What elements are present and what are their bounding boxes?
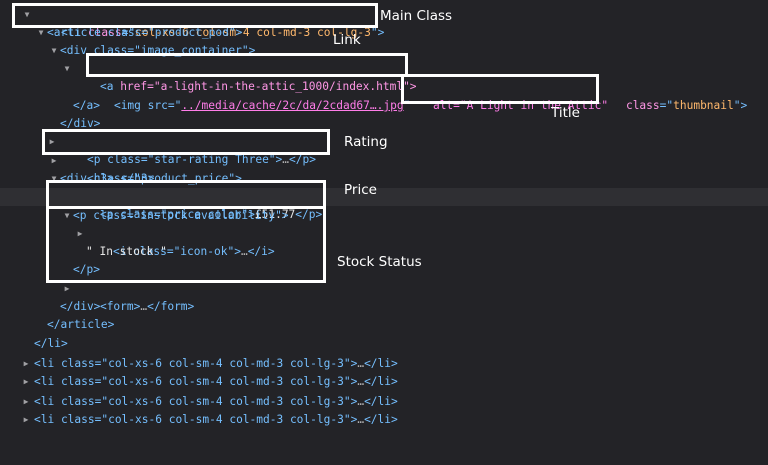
- dom-node-div-close[interactable]: </div>: [0, 298, 768, 316]
- li-close-tag: </li>: [364, 413, 398, 426]
- collapse-triangle-icon[interactable]: ▶: [21, 355, 31, 373]
- main-class-highlight-box: [12, 3, 378, 28]
- li-close-tag: </li>: [34, 337, 68, 350]
- li-open-tag: <li class="col-xs-6 col-sm-4 col-md-3 co…: [34, 375, 358, 388]
- price-label: Price: [344, 182, 377, 198]
- li-close-tag: </li>: [364, 375, 398, 388]
- dom-node-a-close[interactable]: </a>: [0, 97, 768, 115]
- rating-label: Rating: [344, 134, 388, 150]
- div-close-tag: </div>: [60, 300, 101, 313]
- price-highlight-box: [46, 180, 326, 209]
- main-class-label: Main Class: [380, 8, 453, 24]
- expand-triangle-icon[interactable]: ▼: [62, 60, 72, 78]
- a-close-tag: </a>: [73, 99, 100, 112]
- li-close-tag: </li>: [364, 357, 398, 370]
- collapse-triangle-icon[interactable]: ▶: [21, 373, 31, 391]
- dom-node-li-collapsed[interactable]: ▶ <li class="col-xs-6 col-sm-4 col-md-3 …: [0, 373, 768, 391]
- link-label: Link: [333, 32, 361, 48]
- rating-highlight-box: [42, 129, 330, 155]
- article-close-tag: </article>: [47, 318, 115, 331]
- dom-node-img[interactable]: <img src="../media/cache/2c/da/2cdad67….…: [0, 79, 768, 112]
- collapse-triangle-icon[interactable]: ▶: [21, 393, 31, 411]
- collapse-triangle-icon[interactable]: ▶: [21, 411, 31, 429]
- link-highlight-box: [86, 53, 408, 77]
- stock-status-label: Stock Status: [337, 254, 422, 270]
- dom-node-article-close[interactable]: </article>: [0, 316, 768, 334]
- li-open-tag: <li class="col-xs-6 col-sm-4 col-md-3 co…: [34, 395, 358, 408]
- title-label: Title: [551, 105, 580, 121]
- dom-node-li-close[interactable]: </li>: [0, 335, 768, 353]
- dom-node-li-collapsed[interactable]: ▶ <li class="col-xs-6 col-sm-4 col-md-3 …: [0, 411, 768, 429]
- li-open-tag: <li class="col-xs-6 col-sm-4 col-md-3 co…: [34, 413, 358, 426]
- stock-status-highlight-box: [46, 206, 326, 283]
- title-highlight-box: [401, 74, 599, 104]
- dom-node-li-collapsed[interactable]: ▶ <li class="col-xs-6 col-sm-4 col-md-3 …: [0, 393, 768, 411]
- expand-triangle-icon[interactable]: ▼: [49, 42, 59, 60]
- li-close-tag: </li>: [364, 395, 398, 408]
- li-open-tag: <li class="col-xs-6 col-sm-4 col-md-3 co…: [34, 357, 358, 370]
- dom-node-li-collapsed[interactable]: ▶ <li class="col-xs-6 col-sm-4 col-md-3 …: [0, 355, 768, 373]
